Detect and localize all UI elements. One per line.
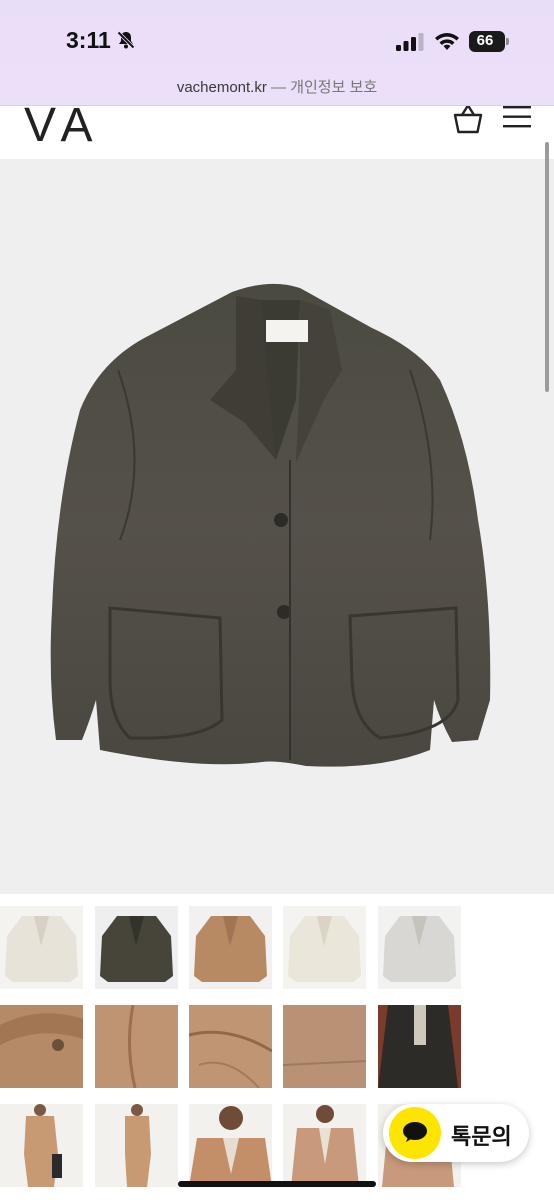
wifi-icon (435, 33, 459, 50)
hamburger-menu-icon[interactable] (503, 106, 531, 128)
thumbnail-tan-seam-detail[interactable] (95, 1005, 178, 1088)
thumbnail-dark-olive-jacket[interactable] (95, 906, 178, 989)
address-host: vachemont.kr (176, 79, 267, 96)
thumbnail-ivory-jacket[interactable] (283, 906, 366, 989)
kakao-logo (389, 1107, 441, 1159)
site-logo[interactable]: VA (24, 98, 100, 153)
kakao-chat-label: 톡문의 (451, 1125, 512, 1150)
thumbnail-model-tan-jacket-closeup[interactable] (189, 1104, 272, 1187)
address-separator: — (271, 79, 287, 96)
browser-chrome: 3:11 66 vachemont.kr — 개인정보 보호 (0, 0, 554, 106)
status-time: 3:11 (66, 27, 111, 53)
thumbnail-cream-jacket[interactable] (0, 906, 83, 989)
thumbnail-model-tan-suit-front[interactable] (0, 1104, 83, 1187)
jacket-illustration (50, 283, 491, 767)
battery-level: 66 (476, 32, 494, 49)
shopping-basket-icon[interactable] (452, 106, 484, 134)
bell-slash-icon (117, 31, 135, 49)
battery-body: 66 (469, 31, 505, 52)
page-scrollbar[interactable] (545, 142, 549, 392)
thumbnail-tan-jacket[interactable] (189, 906, 272, 989)
thumbnail-light-gray-jacket[interactable] (378, 906, 461, 989)
thumbnail-model-tan-suit-side[interactable] (95, 1104, 178, 1187)
thumbnail-tan-collar-detail[interactable] (0, 1005, 83, 1088)
cellular-signal-icon (396, 33, 424, 51)
battery-cap (506, 38, 509, 45)
battery-icon: 66 (469, 31, 509, 52)
kakao-chat-button[interactable]: 톡문의 (383, 1104, 529, 1162)
thumbnail-model-tan-jacket-front[interactable] (283, 1104, 366, 1187)
thumbnail-tan-fabric-detail[interactable] (283, 1005, 366, 1088)
product-main-image[interactable] (0, 160, 554, 894)
address-bar[interactable]: vachemont.kr — 개인정보 보호 (0, 76, 554, 97)
thumbnail-tan-pocket-detail[interactable] (189, 1005, 272, 1088)
home-indicator[interactable] (178, 1181, 376, 1187)
privacy-label: 개인정보 보호 (290, 79, 378, 96)
chat-bubble-icon (403, 1122, 427, 1142)
site-header: VA (0, 99, 554, 160)
thumbnail-model-dark-jacket[interactable] (378, 1005, 461, 1088)
